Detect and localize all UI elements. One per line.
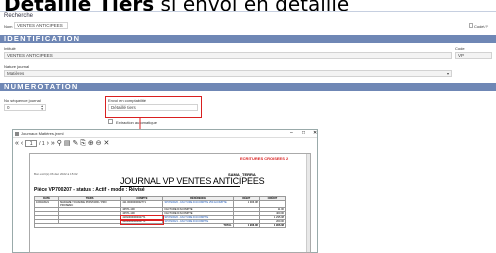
close-report-icon[interactable]: ✕ bbox=[104, 140, 110, 147]
total-credit: 1 906.08 bbox=[258, 223, 287, 228]
report-title: Journaux Matières.jrxml bbox=[21, 131, 64, 136]
minimize-icon[interactable]: – bbox=[290, 130, 293, 136]
edit-icon[interactable]: ✎ bbox=[72, 140, 78, 147]
report-scrollbar[interactable] bbox=[306, 154, 310, 252]
first-page-icon[interactable]: « bbox=[15, 140, 19, 147]
maximize-icon[interactable]: □ bbox=[302, 130, 305, 136]
cell-compte: 411 0000000002771 bbox=[120, 200, 164, 208]
page-total: / 1 bbox=[39, 141, 45, 147]
close-icon[interactable]: ✕ bbox=[313, 130, 317, 136]
total-label: TOTAL bbox=[34, 223, 234, 228]
journal-title: JOURNAL VP VENTES ANTICIPEES bbox=[120, 176, 265, 187]
cell-reference[interactable]: SPVIS0020 - FACTURE D'ACOMPTE 250 ACOMPT… bbox=[162, 200, 234, 208]
cell-debit: 1 906.08 bbox=[232, 200, 260, 208]
zoom-in-icon[interactable]: ⊕ bbox=[88, 140, 94, 147]
table-row: 10/03/2021 MADAME YOUANNE POINTARD / PRO… bbox=[33, 200, 287, 208]
prev-page-icon[interactable]: ‹ bbox=[21, 140, 23, 147]
report-titlebar: Journaux Matières.jrxml – □ ✕ bbox=[13, 130, 317, 138]
next-page-icon[interactable]: › bbox=[47, 140, 49, 147]
table-total-row: TOTAL 1 906.08 1 906.08 bbox=[34, 223, 287, 228]
page-input[interactable]: 1 bbox=[25, 139, 38, 147]
report-toolbar: « ‹ 1 / 1 › » ⚲ ▤ ✎ ⎘ ⊕ ⊖ ✕ bbox=[15, 139, 315, 150]
stamp: ECRITURES CROISEES 2 bbox=[240, 156, 289, 161]
app-icon bbox=[15, 132, 19, 136]
cell-tiers: MADAME YOUANNE POINTARD / PRO PROSEMC bbox=[58, 200, 122, 208]
report-page: ECRITURES CROISEES 2 Bon écrit(s) 06 déc… bbox=[29, 153, 311, 253]
piece-line: Pièce VP700207 - status : Actif - mode :… bbox=[34, 187, 145, 193]
journal-table: DATE TIERS COMPTE RÉFÉRENCE DÉBIT CRÉDIT… bbox=[33, 196, 287, 228]
cell-date: 10/03/2021 bbox=[33, 200, 60, 208]
cell-credit bbox=[258, 200, 287, 208]
save-icon[interactable]: ▤ bbox=[64, 140, 71, 147]
last-page-icon[interactable]: » bbox=[51, 140, 55, 147]
small-header: Bon écrit(s) 06 déc 2022 à 15:02 bbox=[34, 172, 78, 176]
search-icon[interactable]: ⚲ bbox=[57, 140, 62, 147]
export-icon[interactable]: ⎘ bbox=[80, 140, 86, 147]
total-debit: 1 906.08 bbox=[232, 223, 260, 228]
zoom-out-icon[interactable]: ⊖ bbox=[96, 140, 102, 147]
